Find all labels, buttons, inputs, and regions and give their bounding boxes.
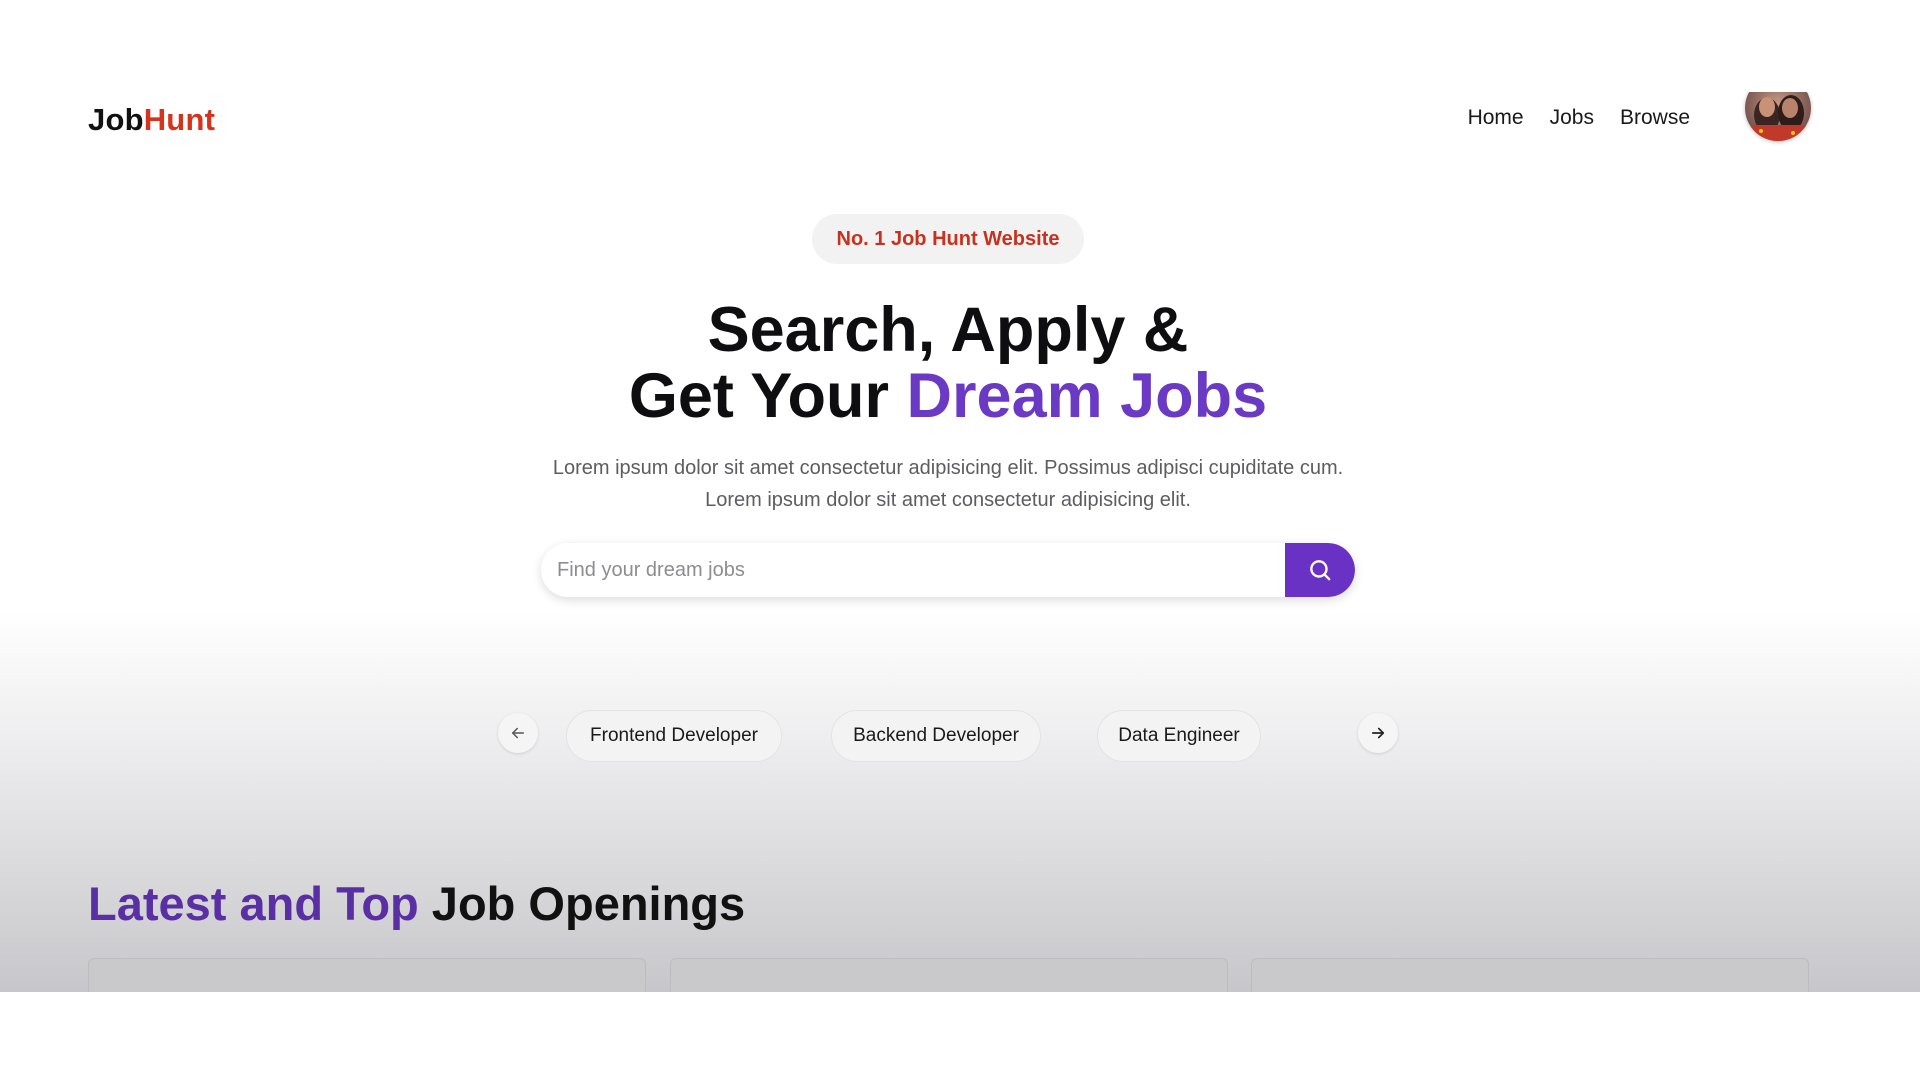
nav-item-home[interactable]: Home [1468, 106, 1524, 130]
logo-part-job: Job [88, 102, 144, 137]
hero-title-line1: Search, Apply & [707, 295, 1189, 365]
nav-links: Home Jobs Browse [1468, 106, 1690, 130]
search-bar [541, 543, 1355, 597]
category-chip-frontend[interactable]: Frontend Developer [566, 710, 782, 762]
carousel-next-button[interactable] [1358, 713, 1398, 753]
hero-title: Search, Apply & Get Your Dream Jobs [0, 297, 1896, 429]
carousel-prev-button[interactable] [498, 713, 538, 753]
latest-jobs-heading: Latest and Top Job Openings [88, 876, 745, 931]
hero-badge: No. 1 Job Hunt Website [812, 214, 1084, 264]
nav-item-jobs[interactable]: Jobs [1550, 106, 1594, 130]
arrow-right-icon [1371, 727, 1385, 739]
job-card[interactable] [1251, 958, 1809, 992]
hero-subtitle-line1: Lorem ipsum dolor sit amet consectetur a… [552, 457, 1344, 479]
hero-title-line2-accent: Dream Jobs [906, 361, 1268, 431]
hero-title-line2-plain: Get Your [628, 361, 907, 431]
bottom-fade-overlay [0, 612, 1920, 992]
job-hunt-page: JobHunt Home Jobs Browse No. 1 Job Hunt … [0, 92, 1920, 992]
arrow-left-icon [512, 727, 524, 739]
search-button[interactable] [1285, 543, 1355, 597]
hero-subtitle-line2: Lorem ipsum dolor sit amet consectetur a… [705, 489, 1191, 511]
job-card[interactable] [670, 958, 1228, 992]
hero-title-line2: Get Your Dream Jobs [0, 363, 1896, 429]
avatar[interactable] [1745, 92, 1811, 141]
category-chip-backend[interactable]: Backend Developer [831, 710, 1041, 762]
logo-part-hunt: Hunt [143, 102, 216, 137]
category-carousel: Frontend Developer Backend Developer Dat… [0, 710, 1920, 766]
latest-jobs-heading-accent: Latest and Top [88, 877, 419, 930]
user-avatar-icon [1745, 92, 1811, 141]
search-input[interactable] [541, 543, 1285, 597]
search-icon [1310, 560, 1331, 581]
navbar: JobHunt Home Jobs Browse [0, 92, 1920, 148]
nav-item-browse[interactable]: Browse [1620, 106, 1690, 130]
logo[interactable]: JobHunt [88, 102, 215, 138]
category-chip-data-engineer[interactable]: Data Engineer [1097, 710, 1261, 762]
hero-subtitle: Lorem ipsum dolor sit amet consectetur a… [0, 452, 1896, 516]
job-card[interactable] [88, 958, 646, 992]
latest-jobs-heading-plain: Job Openings [418, 877, 746, 930]
